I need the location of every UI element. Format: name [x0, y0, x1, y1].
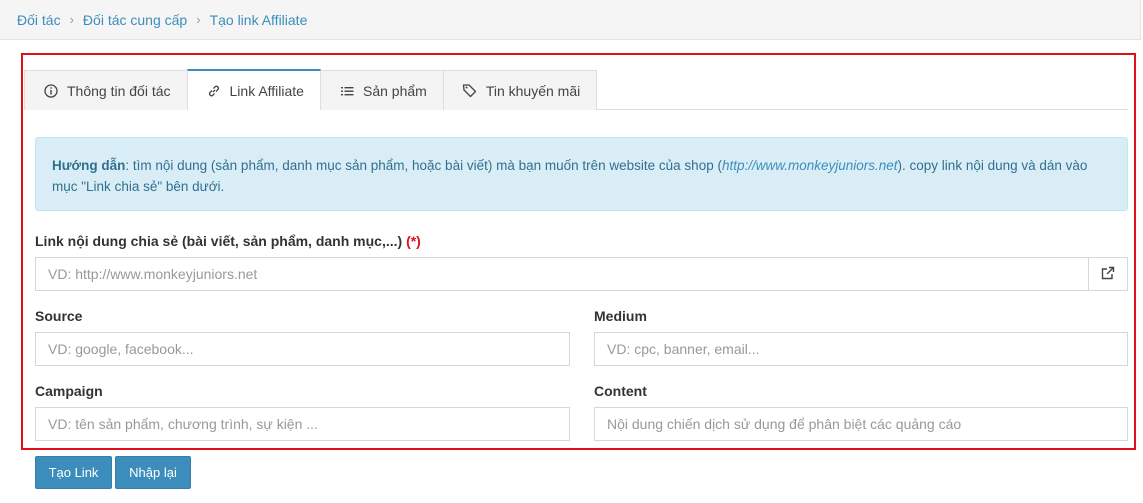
breadcrumb-item-suppliers[interactable]: Đối tác cung cấp	[83, 12, 187, 28]
breadcrumb: Đối tác › Đối tác cung cấp › Tạo link Af…	[0, 0, 1141, 40]
tab-label: Sản phẩm	[362, 82, 427, 99]
tab-promotions[interactable]: Tin khuyến mãi	[442, 70, 598, 110]
tab-products[interactable]: Sản phẩm	[319, 70, 444, 110]
tab-label: Tin khuyến mãi	[485, 82, 581, 99]
list-icon	[339, 83, 355, 99]
alert-text-before: : tìm nội dung (sản phẩm, danh mục sản p…	[125, 158, 722, 173]
chevron-right-icon: ›	[69, 12, 74, 27]
share-link-input[interactable]	[35, 257, 1089, 291]
info-icon	[43, 83, 59, 99]
link-label: Link nội dung chia sẻ (bài viết, sản phẩ…	[35, 233, 421, 249]
alert-title: Hướng dẫn	[52, 158, 126, 173]
medium-label: Medium	[594, 308, 647, 324]
breadcrumb-item-current[interactable]: Tạo link Affiliate	[210, 12, 308, 28]
create-link-button[interactable]: Tạo Link	[35, 456, 112, 489]
content-label: Content	[594, 383, 647, 399]
campaign-label: Campaign	[35, 383, 103, 399]
highlight-frame	[21, 53, 1136, 450]
tab-partner-info[interactable]: Thông tin đối tác	[24, 70, 188, 110]
source-input[interactable]	[35, 332, 570, 366]
medium-input[interactable]	[594, 332, 1128, 366]
content-input[interactable]	[594, 407, 1128, 441]
tab-bar: Thông tin đối tác Link Affiliate Sản phẩ…	[24, 69, 1128, 110]
breadcrumb-item-partners[interactable]: Đối tác	[17, 12, 61, 28]
alert-url: http://www.monkeyjuniors.net	[721, 158, 898, 173]
open-link-button[interactable]	[1088, 257, 1128, 291]
tab-link-affiliate[interactable]: Link Affiliate	[186, 69, 321, 110]
link-label-text: Link nội dung chia sẻ (bài viết, sản phẩ…	[35, 233, 403, 249]
source-label: Source	[35, 308, 83, 324]
reset-button[interactable]: Nhập lại	[115, 456, 191, 489]
tab-label: Thông tin đối tác	[67, 82, 171, 99]
required-mark: (*)	[406, 233, 421, 249]
tab-label: Link Affiliate	[229, 82, 304, 99]
link-icon	[206, 83, 222, 99]
chevron-right-icon: ›	[196, 12, 201, 27]
guide-alert: Hướng dẫn: tìm nội dung (sản phẩm, danh …	[35, 137, 1128, 211]
external-link-icon	[1101, 266, 1115, 283]
tag-icon	[462, 83, 478, 99]
campaign-input[interactable]	[35, 407, 570, 441]
